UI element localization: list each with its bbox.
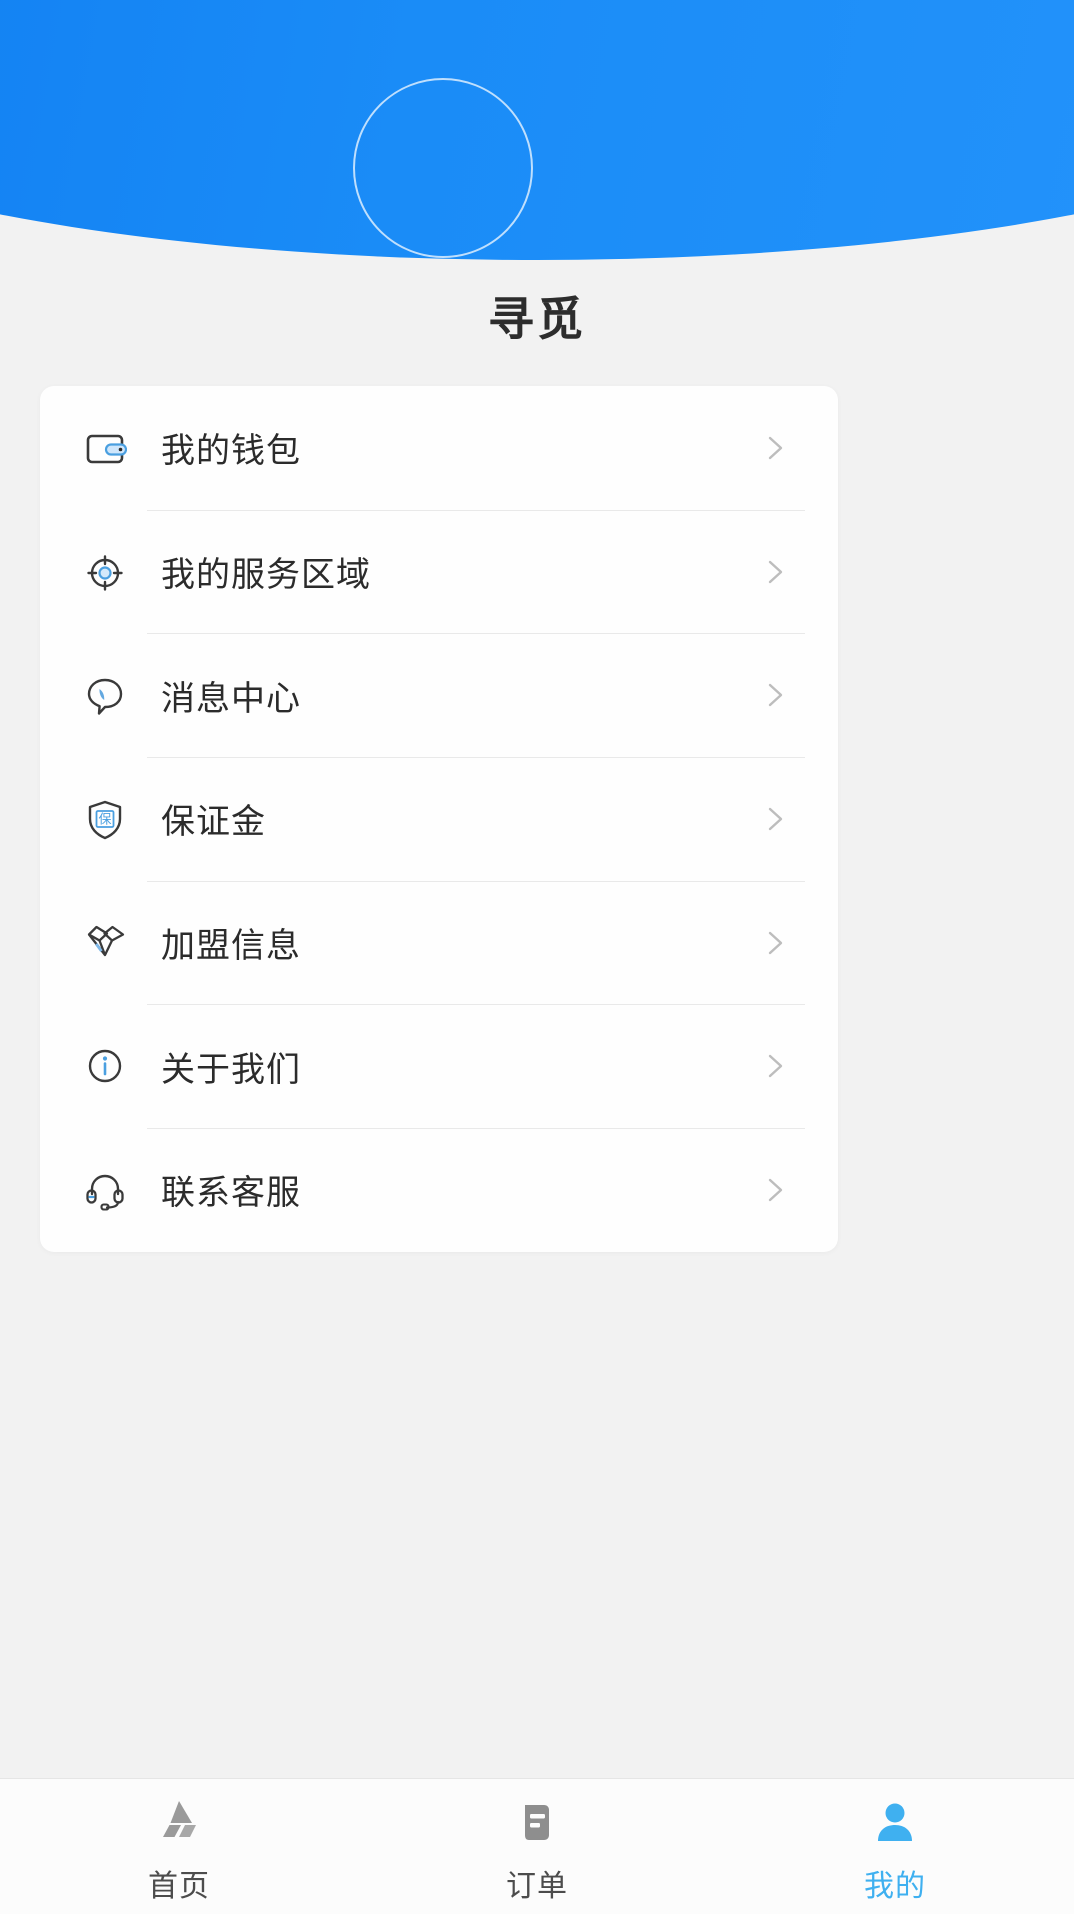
menu-item-franchise[interactable]: 加盟信息 [40,880,838,1005]
header-banner [0,0,1074,260]
menu-list: 我的钱包 我的服务区域 消息中心 保 保证金 加盟信息 关于我们 联系客服 [40,386,838,1252]
tab-label: 我的 [864,1869,926,1903]
chevron-right-icon [762,559,788,585]
handshake-icon [82,920,128,966]
menu-item-label: 我的钱包 [161,432,301,471]
shield-deposit-icon: 保 [82,796,128,842]
wallet-icon [82,425,128,471]
chevron-right-icon [762,435,788,461]
tab-label: 首页 [148,1869,210,1903]
user-person-icon [868,1795,922,1851]
header-blue-curve [0,0,1074,260]
page-title: 寻觅 [488,293,586,345]
app-screen: 寻觅 我的钱包 我的服务区域 消息中心 保 保证金 加盟信息 关于我们 联系客服… [0,0,1074,1914]
menu-item-label: 消息中心 [161,679,301,718]
menu-item-deposit[interactable]: 保 保证金 [40,757,838,881]
headset-support-icon [82,1167,128,1213]
message-bubble-icon [82,672,128,718]
tab-orders[interactable]: 订单 [358,1779,716,1914]
menu-item-label: 我的服务区域 [161,556,371,595]
tab-home[interactable]: 首页 [0,1779,358,1914]
chevron-right-icon [762,682,788,708]
menu-item-label: 关于我们 [161,1050,301,1089]
order-document-icon [510,1795,564,1851]
svg-text:保: 保 [98,811,111,826]
menu-item-wallet[interactable]: 我的钱包 [40,386,838,510]
menu-item-about-us[interactable]: 关于我们 [40,1004,838,1128]
menu-item-label: 联系客服 [161,1174,301,1213]
home-triangle-icon [152,1795,206,1851]
bottom-tab-bar: 首页 订单 我的 [0,1778,1074,1914]
chevron-right-icon [762,806,788,832]
avatar[interactable] [353,78,533,258]
menu-item-message-center[interactable]: 消息中心 [40,633,838,757]
chevron-right-icon [762,1177,788,1203]
tab-mine[interactable]: 我的 [716,1779,1074,1914]
menu-item-label: 加盟信息 [161,927,301,966]
target-location-icon [82,549,128,595]
info-circle-icon [82,1043,128,1089]
chevron-right-icon [762,930,788,956]
tab-label: 订单 [506,1869,568,1903]
menu-item-service-area[interactable]: 我的服务区域 [40,509,838,634]
chevron-right-icon [762,1053,788,1079]
menu-item-label: 保证金 [161,803,266,842]
menu-card: 我的钱包 我的服务区域 消息中心 保 保证金 加盟信息 关于我们 联系客服 [40,386,838,1252]
menu-item-contact-support[interactable]: 联系客服 [40,1128,838,1252]
